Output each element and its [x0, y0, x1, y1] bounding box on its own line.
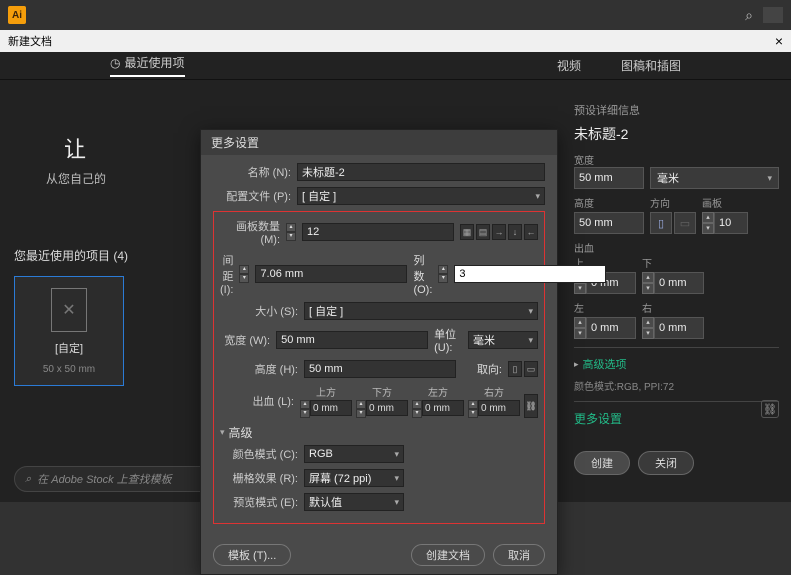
dialog-window-title: 新建文档	[8, 33, 52, 49]
artboards-input[interactable]: 10	[714, 212, 748, 234]
grid-n-icon[interactable]: ▤	[476, 224, 490, 240]
width-input[interactable]: 50 mm	[574, 167, 644, 189]
dialog-window-header: 新建文档 ×	[0, 30, 791, 52]
template-button[interactable]: 模板 (T)...	[213, 544, 291, 566]
highlighted-section: 画板数量 (M): ▴▾ ▦▤→↓← 间距 (I): ▴▾ 列数 (O): ▴▾…	[213, 211, 545, 524]
height-input[interactable]	[304, 360, 456, 378]
new-document-main: ◷最近使用项 视频 图稿和插图 让 从您自己的 您最近使用的项目 (4) ✕ […	[0, 52, 791, 502]
advanced-toggle[interactable]: ▸高级选项	[574, 356, 779, 372]
dialog-title: 更多设置	[201, 130, 557, 155]
width-label: 宽度	[574, 152, 779, 167]
name-input[interactable]	[297, 163, 545, 181]
hero-sub: 从您自己的	[46, 170, 194, 187]
chevron-down-icon: ▾	[394, 449, 399, 460]
chevron-down-icon: ▾	[767, 173, 772, 184]
chevron-down-icon: ▾	[535, 191, 540, 202]
left-column: 让 从您自己的 您最近使用的项目 (4) ✕ [自定] 50 x 50 mm	[14, 102, 194, 386]
colormode-select[interactable]: RGB▾	[304, 445, 404, 463]
arrow-rtl-icon[interactable]: ←	[524, 224, 538, 240]
preset-details-panel: 预设详细信息 未标题-2 宽度 50 mm 毫米▾ 高度50 mm 方向▯▭ 画…	[574, 102, 779, 475]
artboard-arrange-icons: ▦▤→↓←	[460, 224, 538, 240]
arrow-right-icon[interactable]: →	[492, 224, 506, 240]
preset-name: 未标题-2	[574, 124, 779, 144]
link-bleed-icon[interactable]: ⛓	[524, 394, 538, 418]
category-tabs: ◷最近使用项 视频 图稿和插图	[0, 52, 791, 80]
chevron-down-icon: ▾	[394, 497, 399, 508]
window-control[interactable]	[763, 7, 783, 23]
search-icon: ⌕	[25, 473, 31, 486]
preview-select[interactable]: 默认值▾	[304, 493, 404, 511]
bleed-bottom-input[interactable]: 0 mm	[654, 272, 704, 294]
tab-recent[interactable]: ◷最近使用项	[110, 54, 185, 77]
step-down-icon[interactable]: ▾	[702, 223, 714, 234]
cancel-button[interactable]: 取消	[493, 544, 545, 566]
search-icon[interactable]: ⌕	[745, 7, 753, 24]
size-select[interactable]: [ 自定 ]▾	[304, 302, 538, 320]
raster-select[interactable]: 屏幕 (72 ppi)▾	[304, 469, 404, 487]
app-logo: Ai	[8, 6, 26, 24]
document-icon: ✕	[51, 288, 87, 332]
advanced-header[interactable]: ▾高级	[220, 424, 538, 441]
app-titlebar: Ai ⌕	[0, 0, 791, 30]
width-input[interactable]	[276, 331, 428, 349]
recent-items-label: 您最近使用的项目 (4)	[14, 247, 194, 264]
tab-video[interactable]: 视频	[557, 57, 581, 74]
tab-drawing[interactable]: 图稿和插图	[621, 57, 681, 74]
link-bleed-icon[interactable]: ⛓	[761, 400, 779, 418]
height-input[interactable]: 50 mm	[574, 212, 644, 234]
thumb-size: 50 x 50 mm	[43, 364, 95, 375]
unit-select[interactable]: 毫米▾	[468, 331, 538, 349]
chevron-down-icon: ▾	[528, 306, 533, 317]
color-mode-meta: 颜色模式:RGB, PPI:72	[574, 378, 779, 393]
bleed-left[interactable]: 0 mm	[422, 400, 464, 416]
chevron-down-icon: ▾	[528, 335, 533, 346]
close-icon[interactable]: ×	[775, 33, 783, 49]
unit-select[interactable]: 毫米▾	[650, 167, 779, 189]
spacing-input[interactable]	[255, 265, 407, 283]
bleed-right-input[interactable]: 0 mm	[654, 317, 704, 339]
orientation-landscape-icon[interactable]: ▭	[524, 361, 538, 377]
preset-details-header: 预设详细信息	[574, 102, 779, 118]
columns-input[interactable]	[454, 265, 606, 283]
more-settings-dialog: 更多设置 名称 (N): 配置文件 (P):[ 自定 ]▾ 画板数量 (M): …	[200, 129, 558, 575]
bleed-right[interactable]: 0 mm	[478, 400, 520, 416]
orientation-portrait-icon[interactable]: ▯	[508, 361, 522, 377]
thumb-name: [自定]	[55, 340, 83, 356]
profile-select[interactable]: [ 自定 ]▾	[297, 187, 545, 205]
chevron-down-icon: ▾	[220, 427, 225, 438]
create-document-button[interactable]: 创建文档	[411, 544, 485, 566]
arrow-down-icon[interactable]: ↓	[508, 224, 522, 240]
bleed-label: 出血	[574, 240, 779, 255]
orientation-landscape[interactable]: ▭	[674, 212, 696, 234]
chevron-down-icon: ▾	[394, 473, 399, 484]
chevron-right-icon: ▸	[574, 359, 579, 370]
bleed-left-input[interactable]: 0 mm	[586, 317, 636, 339]
create-button[interactable]: 创建	[574, 451, 630, 475]
close-button[interactable]: 关闭	[638, 451, 694, 475]
artboard-count-input[interactable]	[302, 223, 454, 241]
recent-thumb-custom[interactable]: ✕ [自定] 50 x 50 mm	[14, 276, 124, 386]
more-settings-link[interactable]: 更多设置	[574, 410, 779, 427]
step-up-icon[interactable]: ▴	[702, 212, 714, 223]
bleed-top[interactable]: 0 mm	[310, 400, 352, 416]
orientation-portrait[interactable]: ▯	[650, 212, 672, 234]
hero-title: 让	[64, 132, 194, 164]
grid-z-icon[interactable]: ▦	[460, 224, 474, 240]
bleed-bottom[interactable]: 0 mm	[366, 400, 408, 416]
clock-icon: ◷	[110, 56, 120, 70]
